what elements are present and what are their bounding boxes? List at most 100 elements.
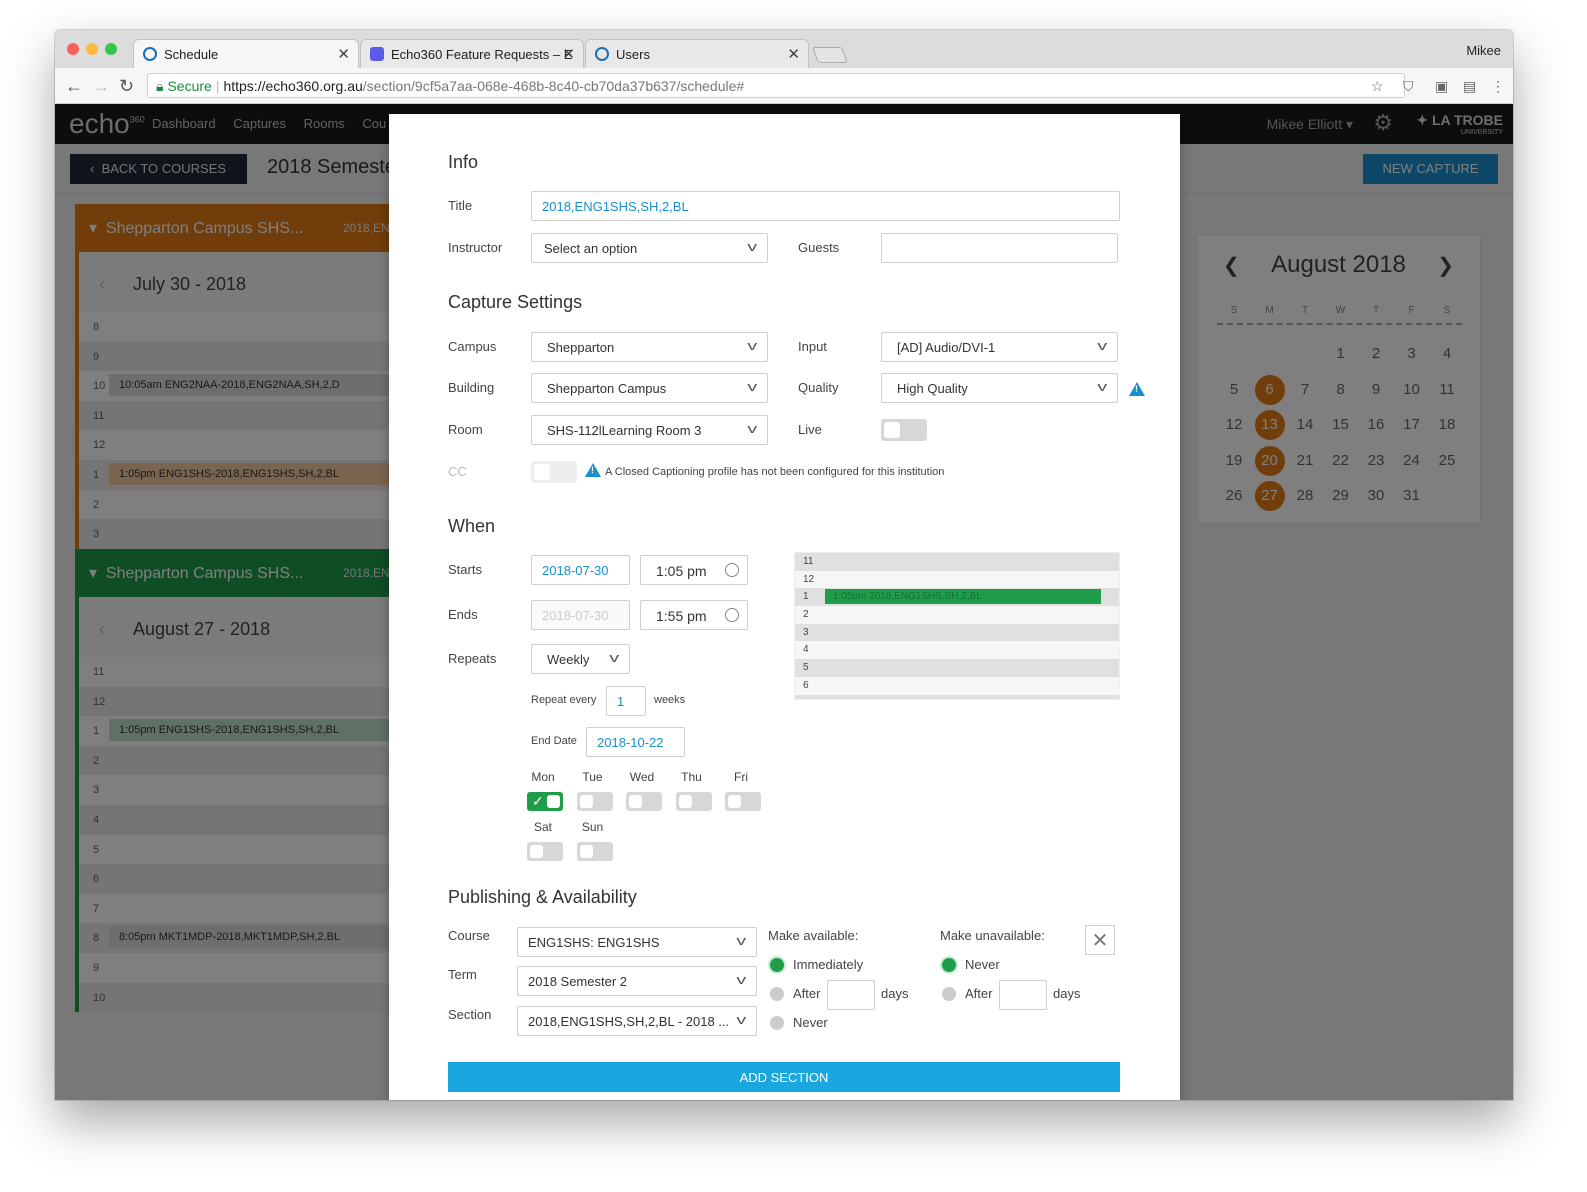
chevron-down-icon: v <box>746 421 757 436</box>
close-window-button[interactable] <box>67 43 79 55</box>
timeline-hour: 4 <box>803 644 809 656</box>
section-select[interactable]: 2018,ENG1SHS,SH,2,BL - 2018 ... v <box>517 1006 757 1036</box>
day-toggle-mon[interactable]: ✓ <box>527 792 563 811</box>
warning-icon[interactable]: ! <box>1129 382 1145 396</box>
shield-extension-icon[interactable]: ⛉ <box>1403 78 1414 95</box>
clock-icon <box>725 563 739 577</box>
unavailable-never-label: Never <box>965 957 1000 972</box>
timeline-hour: 1 <box>803 591 809 603</box>
room-label: Room <box>448 422 483 437</box>
reload-icon[interactable]: ↻ <box>119 76 134 97</box>
available-after-radio[interactable] <box>770 987 784 1001</box>
day-toggle-fri[interactable] <box>725 792 761 811</box>
title-input[interactable]: 2018,ENG1SHS,SH,2,BL <box>531 191 1120 221</box>
instructor-value: Select an option <box>544 241 638 256</box>
day-toggle-tue[interactable] <box>576 792 613 811</box>
maximize-window-button[interactable] <box>105 43 117 55</box>
back-arrow-icon[interactable]: ← <box>65 76 83 97</box>
weeks-label: weeks <box>654 694 686 706</box>
available-never-radio[interactable] <box>770 1016 784 1030</box>
room-select[interactable]: SHS-112lLearning Room 3 v <box>531 415 768 445</box>
tab-title: Users <box>616 47 650 62</box>
end-date-input[interactable]: 2018-10-22 <box>586 727 685 757</box>
profile-name[interactable]: Mikee <box>1466 43 1501 58</box>
day-toggle-sun[interactable] <box>576 842 613 861</box>
j-extension-icon[interactable]: ▣ <box>1435 78 1448 95</box>
quality-select[interactable]: High Quality v <box>881 373 1118 403</box>
building-select[interactable]: Shepparton Campus v <box>531 373 768 403</box>
toggle-knob <box>579 845 593 858</box>
day-label-wed: Wed <box>629 770 655 784</box>
canny-favicon-icon <box>370 47 384 61</box>
live-toggle[interactable] <box>881 419 927 441</box>
make-unavailable-label: Make unavailable: <box>940 928 1045 943</box>
unavailable-after-radio[interactable] <box>942 987 956 1001</box>
campus-select[interactable]: Shepparton v <box>531 332 768 362</box>
close-tab-icon[interactable]: ✕ <box>787 45 800 63</box>
day-timeline: 11 12 1 1:05pm 2018,ENG1SHS,SH,2,BL 2 3 4 5 6 7 <box>794 552 1120 700</box>
ends-label: Ends <box>448 607 478 622</box>
url-field[interactable]: 🔒︎ Secure | https://echo360.org.au/section/… <box>147 73 1405 98</box>
remove-section-close-icon[interactable]: ✕ <box>1085 925 1115 955</box>
timeline-row: 12 <box>795 570 1119 589</box>
timeline-hour: 3 <box>803 626 809 638</box>
campus-value: Shepparton <box>547 340 615 355</box>
starts-time-input[interactable]: 1:05 pm <box>640 555 748 585</box>
repeat-every-input[interactable]: 1 <box>606 686 646 716</box>
instructor-label: Instructor <box>448 240 503 255</box>
timeline-event[interactable]: 1:05pm 2018,ENG1SHS,SH,2,BL <box>825 589 1101 605</box>
course-select[interactable]: ENG1SHS: ENG1SHS v <box>517 927 757 957</box>
tab-users[interactable]: Users ✕ <box>585 39 809 68</box>
clock-icon <box>725 608 739 622</box>
echo360-favicon-icon <box>143 47 157 61</box>
day-toggle-thu[interactable] <box>675 792 712 811</box>
available-immediately-radio[interactable] <box>770 958 784 972</box>
repeats-label: Repeats <box>448 651 497 666</box>
timeline-row: 1 1:05pm 2018,ENG1SHS,SH,2,BL <box>795 588 1119 607</box>
tab-schedule[interactable]: Schedule ✕ <box>133 39 359 68</box>
unavailable-days-input[interactable] <box>999 980 1047 1010</box>
guests-input[interactable] <box>881 233 1118 263</box>
toggle-knob <box>547 795 560 808</box>
toggle-knob <box>884 422 900 438</box>
lastpass-extension-icon[interactable]: ▤ <box>1463 78 1476 95</box>
ends-time-input[interactable]: 1:55 pm <box>640 600 748 630</box>
tab-title: Schedule <box>164 47 219 62</box>
timeline-row: 4 <box>795 641 1119 660</box>
starts-date-input[interactable]: 2018-07-30 <box>531 555 630 585</box>
toggle-knob <box>530 845 543 858</box>
cc-toggle[interactable] <box>531 461 577 483</box>
instructor-select[interactable]: Select an option v <box>531 233 768 263</box>
unavailable-never-radio[interactable] <box>942 958 956 972</box>
menu-dots-icon[interactable]: ⋮ <box>1491 78 1505 95</box>
new-tab-button[interactable] <box>812 47 848 63</box>
course-label: Course <box>448 928 490 943</box>
close-tab-icon[interactable]: ✕ <box>337 45 350 63</box>
timeline-hour: 12 <box>803 573 815 585</box>
input-select[interactable]: [AD] Audio/DVI-1 v <box>881 332 1118 362</box>
bookmark-star-icon[interactable]: ☆ <box>1371 78 1384 95</box>
chevron-down-icon: v <box>1096 338 1107 353</box>
day-toggle-wed[interactable] <box>626 792 662 811</box>
available-immediately-label: Immediately <box>793 957 864 972</box>
unavailable-days-label: days <box>1053 986 1081 1001</box>
url-host: https://echo360.org.au <box>223 78 363 94</box>
timeline-hour: 5 <box>803 662 809 674</box>
minimize-window-button[interactable] <box>86 43 98 55</box>
add-section-button[interactable]: ADD SECTION <box>448 1062 1120 1092</box>
timeline-row: 3 <box>795 623 1119 642</box>
unavailable-after-label: After <box>965 986 993 1001</box>
day-toggle-sat[interactable] <box>527 842 563 861</box>
tab-feature-requests[interactable]: Echo360 Feature Requests – E ✕ <box>360 39 584 68</box>
timeline-row: 11 <box>795 553 1119 571</box>
available-days-input[interactable] <box>827 980 875 1010</box>
repeats-select[interactable]: Weekly v <box>531 644 630 674</box>
toggle-knob <box>678 795 692 808</box>
tab-strip: Schedule ✕ Echo360 Feature Requests – E … <box>55 30 1513 68</box>
term-select[interactable]: 2018 Semester 2 v <box>517 966 757 996</box>
input-value: [AD] Audio/DVI-1 <box>897 340 996 355</box>
forward-arrow-icon[interactable]: → <box>92 76 110 97</box>
chevron-down-icon: v <box>746 239 757 254</box>
chevron-down-icon: v <box>735 972 746 987</box>
close-tab-icon[interactable]: ✕ <box>562 45 575 63</box>
